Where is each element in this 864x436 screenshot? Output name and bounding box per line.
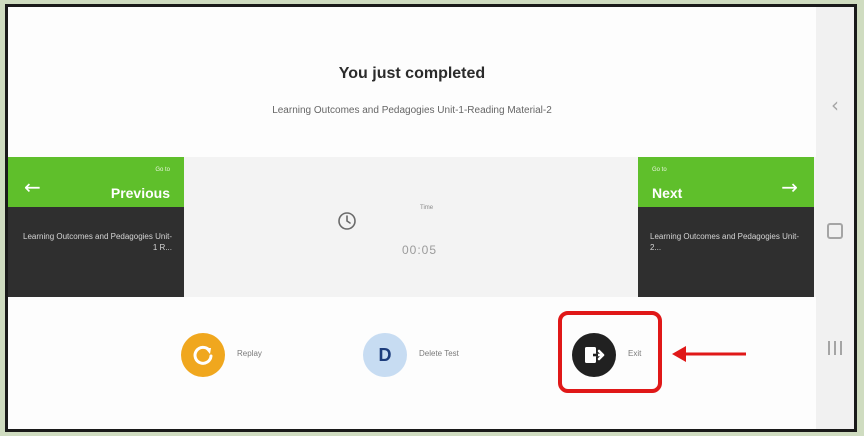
previous-header[interactable]: ← Go to Previous	[8, 157, 184, 207]
replay-icon[interactable]	[181, 333, 225, 377]
home-square-icon[interactable]	[816, 219, 854, 239]
next-header[interactable]: Go to Next →	[638, 157, 814, 207]
completion-heading: You just completed	[338, 65, 486, 82]
replay-label: Replay	[237, 349, 262, 358]
pointer-arrow-icon	[672, 346, 746, 362]
back-chevron-icon[interactable]: ‹	[816, 93, 854, 117]
content-title: Learning Outcomes and Pedagogies Unit-1-…	[272, 105, 552, 116]
device-frame: You just completed Learning Outcomes and…	[5, 4, 857, 432]
arrow-left-icon: ←	[24, 175, 41, 199]
delete-avatar-icon[interactable]: D	[363, 333, 407, 377]
arrow-right-icon: →	[781, 175, 798, 199]
exit-highlight-box	[558, 311, 662, 393]
android-nav-bar: ‹	[816, 7, 854, 429]
previous-card[interactable]: ← Go to Previous Learning Outcomes and P…	[8, 157, 184, 297]
next-label: Next	[652, 185, 683, 201]
next-go-to: Go to	[652, 167, 667, 173]
time-value: 00:05	[402, 243, 438, 257]
recents-bars-icon[interactable]	[816, 337, 854, 355]
next-item-title: Learning Outcomes and Pedagogies Unit-2.…	[638, 207, 814, 297]
completion-screen: You just completed Learning Outcomes and…	[8, 7, 816, 429]
previous-go-to: Go to	[155, 167, 170, 173]
previous-label: Previous	[110, 185, 170, 201]
delete-test-label: Delete Test	[419, 349, 459, 358]
next-card[interactable]: Go to Next → Learning Outcomes and Pedag…	[638, 157, 814, 297]
previous-item-title: Learning Outcomes and Pedagogies Unit-1 …	[8, 207, 184, 297]
clock-icon	[338, 212, 356, 230]
time-label: Time	[420, 205, 434, 211]
